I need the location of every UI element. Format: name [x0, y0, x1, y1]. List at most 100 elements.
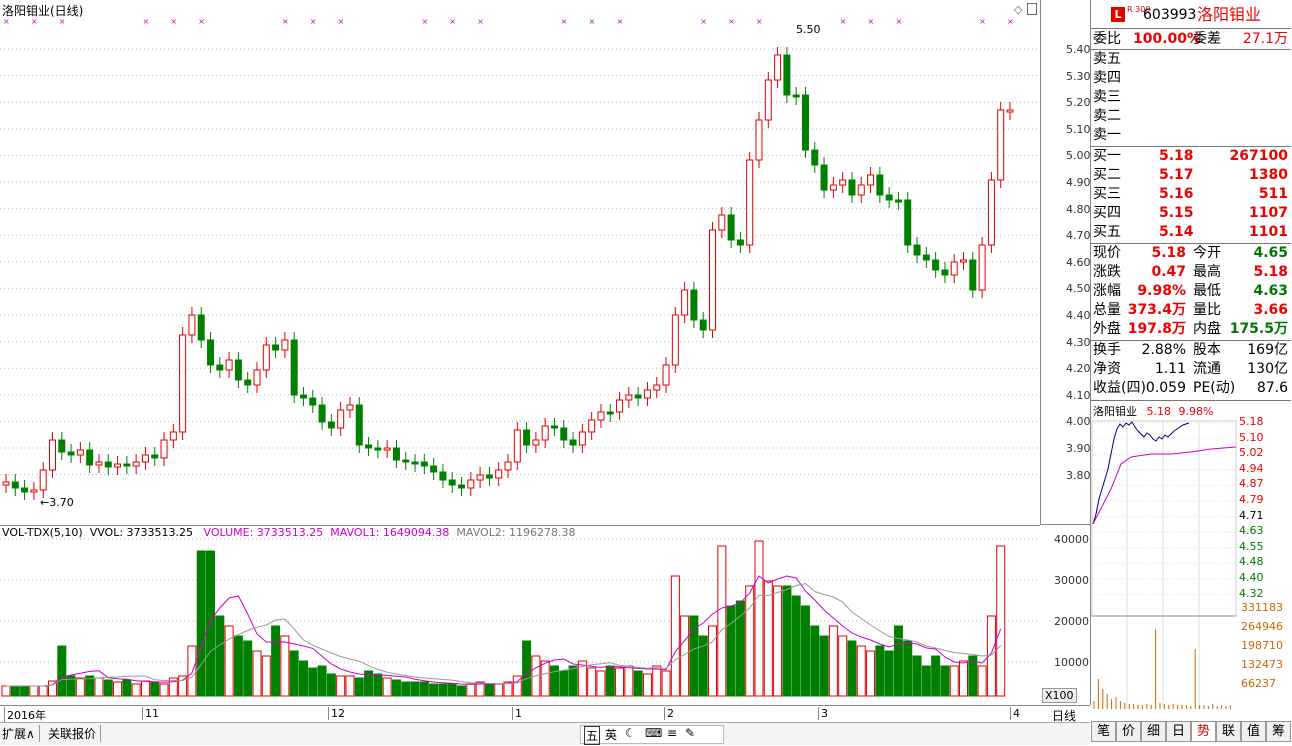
buy-row[interactable]: 买一 5.18 267100 — [1091, 147, 1290, 166]
mini-price-tick: 4.32 — [1239, 586, 1264, 600]
candle-body — [709, 229, 717, 331]
volume-panel[interactable]: VOL-TDX(5,10) VVOL: 3733513.25 VOLUME: 3… — [0, 525, 1040, 706]
tab-2[interactable]: 细 — [1141, 721, 1166, 742]
volume-bar — [326, 673, 336, 697]
expand-button[interactable]: 扩展∧ — [2, 725, 40, 742]
volume-bar — [866, 650, 876, 697]
menu-icon[interactable]: ≡ — [667, 726, 677, 740]
buy-volume: 1107 — [1249, 205, 1288, 221]
buy-label: 买二 — [1093, 167, 1121, 183]
volume-bar — [187, 645, 197, 697]
stat-label: 最低 — [1193, 283, 1221, 299]
candle-body — [588, 419, 596, 433]
candle-body — [894, 199, 902, 203]
date-label: 2016年 — [4, 707, 46, 723]
candle-body — [309, 397, 317, 406]
date-label: 1 — [512, 707, 522, 720]
kline-chart[interactable]: 洛阳钼业(日线) 5.50 ←3.70 × × × × × × × × × × × × × × × × × × × × × ×… — [0, 0, 1041, 525]
weicha-value: 27.1万 — [1242, 31, 1288, 47]
candle-body — [746, 159, 754, 246]
kline-canvas[interactable]: 5.50 ←3.70 × × × × × × × × × × × × × × × × × × × × × × × — [0, 0, 1040, 525]
volume-bar — [642, 673, 652, 697]
tab-6[interactable]: 值 — [1241, 721, 1266, 742]
signal-marker: × — [142, 17, 149, 26]
volume-bar — [540, 660, 550, 697]
keyboard-icon[interactable]: ⌨ — [645, 726, 662, 740]
tab-7[interactable]: 筹 — [1266, 721, 1291, 742]
volume-canvas[interactable] — [0, 526, 1040, 706]
candle-body — [597, 411, 605, 421]
buy-price: 5.17 — [1159, 167, 1194, 183]
mini-price-tick: 4.48 — [1239, 555, 1264, 569]
tab-0[interactable]: 笔 — [1091, 721, 1116, 742]
ime-english-icon[interactable]: 英 — [605, 726, 617, 743]
panel-tabs: 笔价细日势联值筹 — [1091, 721, 1292, 743]
signal-marker: × — [31, 17, 38, 26]
buy-row[interactable]: 买二 5.17 1380 — [1091, 166, 1290, 185]
moon-icon[interactable]: ☾ — [625, 726, 636, 740]
volume-bar — [940, 665, 950, 697]
mini-price-tick: 4.87 — [1239, 477, 1264, 491]
fundamental-label: 净资 — [1093, 361, 1121, 377]
price-tick: 4.30 — [1066, 335, 1091, 349]
volume-bar — [605, 665, 615, 697]
candle-body — [727, 214, 735, 241]
volume-tick: 10000 — [1054, 656, 1089, 669]
buy-row[interactable]: 买四 5.15 1107 — [1091, 204, 1290, 223]
signal-marker: × — [3, 17, 10, 26]
stock-name[interactable]: 洛阳钼业 — [1197, 5, 1261, 24]
intraday-mini-chart[interactable]: 洛阳钼业 5.18 9.98% 5.18 5.10 5.02 4.94 4.87 4.79… — [1091, 401, 1291, 719]
candle-body — [132, 461, 140, 467]
ime-toolbar[interactable]: 五 英 ☾ ⌨ ≡ ✎ — [580, 725, 724, 745]
signal-marker: × — [421, 17, 428, 26]
mini-price-tick: 4.63 — [1239, 524, 1264, 538]
candle-body — [197, 314, 205, 341]
price-tick: 4.00 — [1066, 415, 1091, 429]
volume-bar — [791, 595, 801, 697]
mini-price-tick: 4.40 — [1239, 571, 1264, 584]
fundamental-label: 换手 — [1093, 342, 1121, 358]
volume-bar — [373, 673, 383, 697]
fundamental-value: 87.6 — [1256, 380, 1288, 396]
tab-4[interactable]: 势 — [1191, 721, 1216, 742]
volume-bar — [317, 665, 327, 697]
mini-frame — [1091, 420, 1237, 617]
stat-value: 5.18 — [1151, 245, 1186, 261]
volume-bar — [847, 640, 857, 697]
tab-3[interactable]: 日 — [1166, 721, 1191, 742]
candle-body — [857, 184, 865, 196]
signal-marker: × — [170, 17, 177, 26]
mini-price-tick: 5.10 — [1239, 430, 1264, 444]
sell-row: 卖五 — [1091, 50, 1290, 69]
buy-row[interactable]: 买五 5.14 1101 — [1091, 223, 1290, 242]
buy-label: 买五 — [1093, 224, 1121, 240]
volume-bar — [131, 683, 141, 697]
tab-5[interactable]: 联 — [1216, 721, 1241, 742]
mini-price-tick: 4.79 — [1239, 493, 1264, 506]
mini-volume-tick: 132473 — [1241, 658, 1283, 671]
mini-volume-tick: 66237 — [1241, 677, 1276, 690]
volume-bar — [271, 625, 281, 697]
volume-bar — [159, 683, 169, 697]
ime-five-stroke-icon[interactable]: 五 — [584, 726, 601, 745]
diamond-icon[interactable]: ◇ — [1014, 3, 1022, 16]
mini-price-tick: 4.55 — [1239, 539, 1264, 553]
sell-row: 卖一 — [1091, 126, 1290, 145]
buy-price: 5.15 — [1159, 205, 1194, 221]
volume-bar — [819, 635, 829, 697]
price-tick: 4.10 — [1066, 388, 1091, 402]
buy-row[interactable]: 买三 5.16 511 — [1091, 185, 1290, 204]
candle-body — [978, 244, 986, 291]
candle-body — [606, 411, 614, 415]
signal-marker: × — [895, 17, 902, 26]
volume-bar — [884, 650, 894, 697]
candle-body — [30, 489, 38, 493]
related-quote-button[interactable]: 关联报价 — [48, 725, 102, 742]
signal-marker: × — [868, 17, 875, 26]
zoom-label[interactable]: X100 — [1042, 688, 1077, 703]
index-badge: R 300 — [1127, 5, 1151, 14]
window-toggle-icon[interactable] — [1027, 3, 1037, 15]
tab-1[interactable]: 价 — [1116, 721, 1141, 742]
wrench-icon[interactable]: ✎ — [685, 726, 695, 740]
fundamental-value: 130亿 — [1247, 361, 1288, 377]
